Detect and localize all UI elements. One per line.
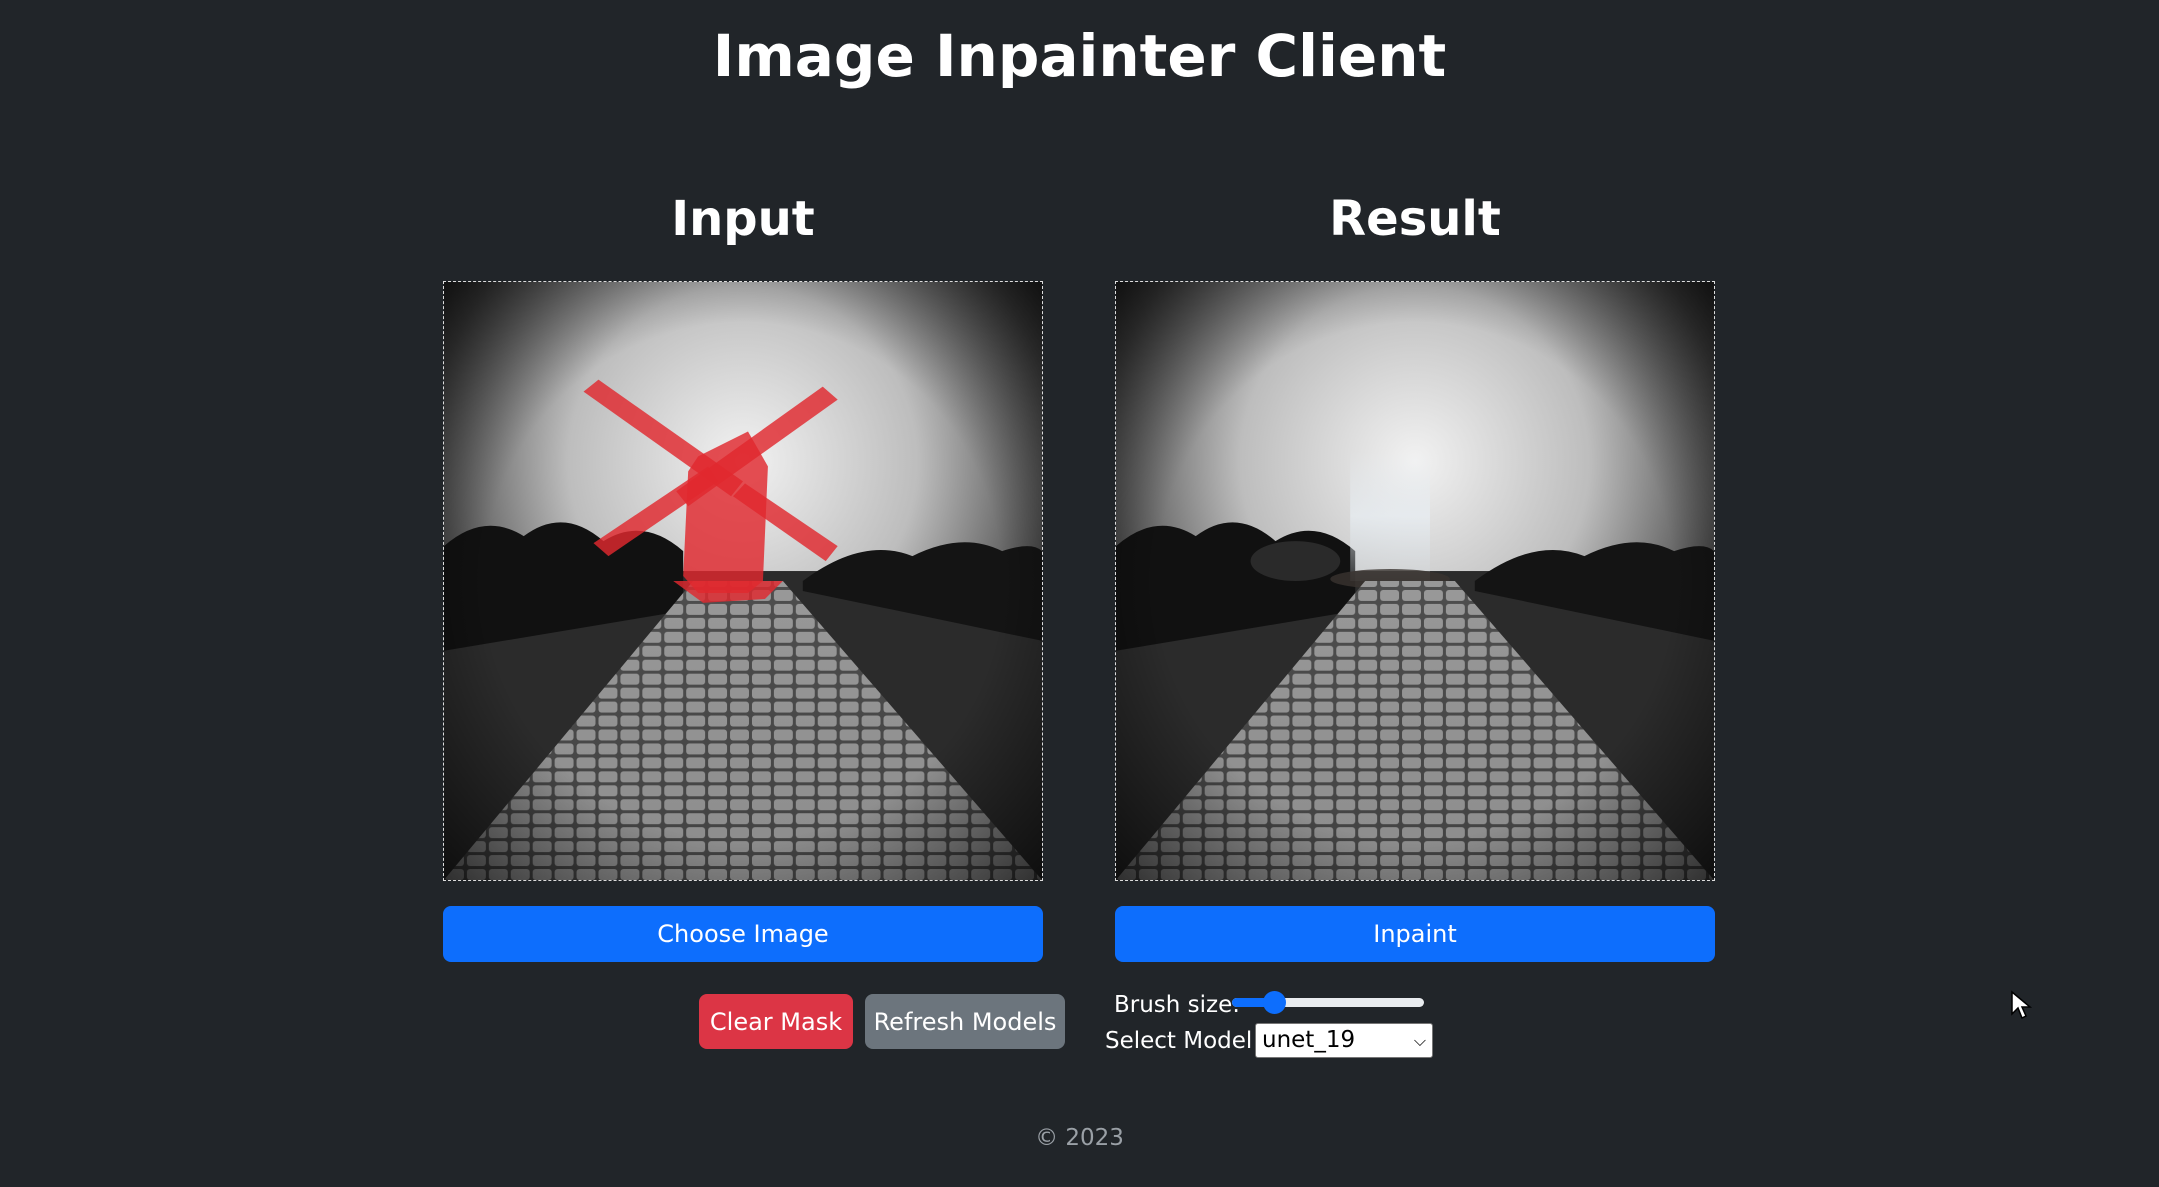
select-model-label: Select Model: [1105, 1028, 1261, 1054]
result-image [1116, 282, 1714, 880]
mouse-pointer-icon [2011, 990, 2033, 1020]
inpaint-button[interactable]: Inpaint [1115, 906, 1715, 962]
model-select-value: unet_19 [1262, 1027, 1356, 1053]
slider-thumb[interactable] [1263, 991, 1287, 1014]
result-canvas [1115, 281, 1715, 881]
clear-mask-button[interactable]: Clear Mask [699, 994, 853, 1049]
brush-size-slider[interactable] [1232, 991, 1424, 1014]
page-title: Image Inpainter Client [712, 22, 1447, 90]
model-select[interactable]: unet_19 ⌵ [1255, 1023, 1433, 1058]
chevron-down-icon: ⌵ [1413, 1031, 1426, 1050]
brush-size-label: Brush size: [1114, 992, 1241, 1018]
input-canvas[interactable] [443, 281, 1043, 881]
input-heading: Input [671, 191, 815, 247]
refresh-models-button[interactable]: Refresh Models [865, 994, 1065, 1049]
input-image [444, 282, 1042, 880]
footer-copyright: © 2023 [1035, 1125, 1124, 1151]
result-heading: Result [1329, 191, 1501, 247]
choose-image-button[interactable]: Choose Image [443, 906, 1043, 962]
